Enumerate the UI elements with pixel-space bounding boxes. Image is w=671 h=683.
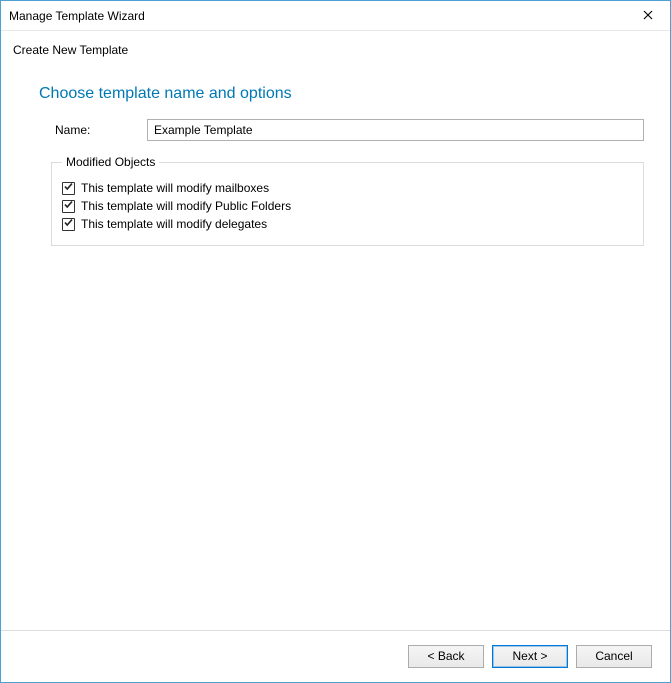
content-area: Choose template name and options Name: M… — [1, 57, 670, 630]
checkmark-icon — [63, 179, 74, 197]
titlebar: Manage Template Wizard — [1, 1, 670, 31]
cancel-button[interactable]: Cancel — [576, 645, 652, 668]
page-heading: Choose template name and options — [39, 85, 644, 103]
checkbox-delegates[interactable] — [62, 218, 75, 231]
check-row-mailboxes: This template will modify mailboxes — [62, 181, 633, 195]
checkbox-mailboxes[interactable] — [62, 182, 75, 195]
checkbox-public-folders[interactable] — [62, 200, 75, 213]
close-button[interactable] — [625, 1, 670, 30]
check-label-delegates: This template will modify delegates — [81, 217, 267, 231]
check-row-public-folders: This template will modify Public Folders — [62, 199, 633, 213]
check-label-mailboxes: This template will modify mailboxes — [81, 181, 269, 195]
name-label: Name: — [55, 123, 147, 137]
footer: < Back Next > Cancel — [1, 630, 670, 682]
fieldset-legend: Modified Objects — [62, 155, 159, 169]
checkmark-icon — [63, 215, 74, 233]
back-button[interactable]: < Back — [408, 645, 484, 668]
name-row: Name: — [55, 119, 644, 141]
wizard-subtitle: Create New Template — [1, 31, 670, 57]
check-label-public-folders: This template will modify Public Folders — [81, 199, 291, 213]
next-button[interactable]: Next > — [492, 645, 568, 668]
name-input[interactable] — [147, 119, 644, 141]
wizard-window: Manage Template Wizard Create New Templa… — [0, 0, 671, 683]
close-icon — [643, 7, 653, 25]
check-row-delegates: This template will modify delegates — [62, 217, 633, 231]
modified-objects-fieldset: Modified Objects This template will modi… — [51, 155, 644, 246]
checkmark-icon — [63, 197, 74, 215]
window-title: Manage Template Wizard — [1, 9, 145, 23]
